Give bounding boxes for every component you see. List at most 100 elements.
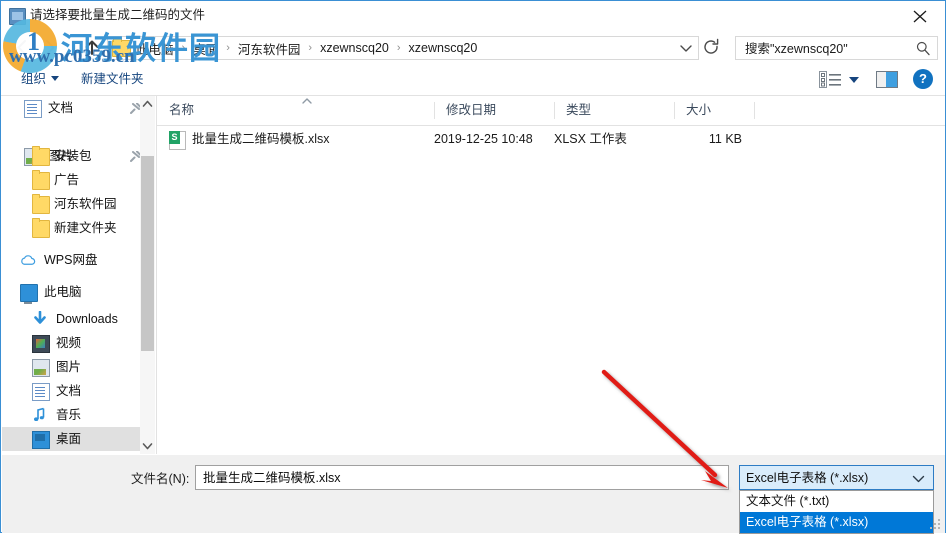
- address-bar[interactable]: 此电脑 › 桌面 › 河东软件园 › xzewnscq20 › xzewnscq…: [107, 36, 699, 60]
- organize-label: 组织: [21, 72, 47, 86]
- cloud-icon: [21, 255, 36, 265]
- scroll-up-button[interactable]: [140, 96, 155, 112]
- breadcrumb-item-1[interactable]: 桌面: [191, 39, 220, 58]
- sidebar-scrollbar[interactable]: [140, 96, 155, 454]
- refresh-icon: [704, 38, 719, 54]
- sidebar-item-label: 安装包: [54, 149, 92, 163]
- file-modified-cell: 2019-12-25 10:48: [434, 132, 533, 146]
- sidebar-item-hedong[interactable]: 河东软件园: [2, 192, 154, 216]
- sidebar-item-documents-quick[interactable]: 文档: [2, 96, 154, 120]
- breadcrumb: 此电脑 › 桌面 › 河东软件园 › xzewnscq20 › xzewnscq…: [134, 37, 479, 59]
- sidebar-item-label: 文档: [48, 101, 74, 115]
- filetype-option-txt[interactable]: 文本文件 (*.txt): [740, 491, 933, 512]
- sidebar-item-pictures[interactable]: 图片: [2, 355, 154, 379]
- folder-icon: [32, 170, 50, 190]
- document-icon: [32, 383, 50, 401]
- sidebar-item-wps-cloud[interactable]: WPS网盘: [2, 248, 154, 272]
- sidebar-item-label: 文档: [56, 384, 82, 398]
- column-header-modified[interactable]: 修改日期: [434, 96, 554, 124]
- filetype-option-xlsx[interactable]: Excel电子表格 (*.xlsx): [740, 512, 933, 533]
- video-icon: [32, 335, 50, 353]
- breadcrumb-item-0[interactable]: 此电脑: [134, 39, 176, 58]
- dialog-title: 请选择要批量生成二维码的文件: [30, 8, 206, 22]
- resize-grip-icon[interactable]: [929, 518, 941, 530]
- forward-arrow-icon: [46, 40, 55, 55]
- sidebar-item-label: 视频: [56, 336, 82, 350]
- address-dropdown-button[interactable]: [675, 36, 699, 60]
- title-bar: 请选择要批量生成二维码的文件: [1, 1, 945, 31]
- filename-field[interactable]: [195, 465, 729, 490]
- scrollbar-thumb[interactable]: [141, 156, 154, 351]
- breadcrumb-item-3[interactable]: xzewnscq20: [318, 41, 391, 55]
- filetype-combobox[interactable]: Excel电子表格 (*.xlsx): [739, 465, 934, 490]
- dialog-footer: 文件名(N): Excel电子表格 (*.xlsx) 文本文件 (*.txt) …: [2, 455, 945, 534]
- scroll-down-button[interactable]: [140, 438, 155, 454]
- search-icon: [916, 41, 930, 56]
- sidebar-item-documents[interactable]: 文档: [2, 379, 154, 403]
- file-size-cell: 11 KB: [708, 132, 742, 146]
- sidebar-item-label: WPS网盘: [44, 253, 98, 267]
- file-list-pane[interactable]: 名称 修改日期 类型 大小 批量生成二维码模板.xlsx 2019-12-25 …: [156, 96, 945, 454]
- file-name-cell[interactable]: 批量生成二维码模板.xlsx: [192, 128, 432, 151]
- organize-button[interactable]: 组织: [13, 68, 67, 91]
- sidebar-item-label: 此电脑: [44, 285, 82, 299]
- help-label: ?: [919, 71, 927, 86]
- new-folder-button[interactable]: 新建文件夹: [73, 68, 152, 91]
- list-view-icon[interactable]: [819, 71, 842, 88]
- forward-button[interactable]: [37, 35, 63, 60]
- column-divider[interactable]: [754, 102, 755, 119]
- breadcrumb-separator: ›: [181, 42, 186, 54]
- folder-icon: [112, 38, 131, 57]
- sidebar-item-label: 图片: [56, 360, 82, 374]
- column-header-row: 名称 修改日期 类型 大小: [157, 96, 945, 126]
- filename-input[interactable]: [201, 469, 723, 488]
- filetype-selected-value: Excel电子表格 (*.xlsx): [746, 471, 869, 485]
- document-icon: [24, 100, 42, 118]
- breadcrumb-separator: ›: [308, 42, 313, 54]
- preview-pane-icon[interactable]: [876, 71, 898, 88]
- sidebar-item-this-pc[interactable]: 此电脑: [2, 280, 154, 304]
- toolbar: 组织 新建文件夹 ?: [1, 64, 945, 96]
- sidebar-item-newfolder[interactable]: 新建文件夹: [2, 216, 154, 240]
- chevron-down-icon[interactable]: [912, 475, 925, 483]
- app-window-icon: [9, 8, 26, 25]
- sidebar-item-guanggao[interactable]: 广告: [2, 168, 154, 192]
- sidebar-item-label: Downloads: [56, 312, 118, 326]
- search-input[interactable]: [743, 40, 907, 59]
- breadcrumb-item-4[interactable]: xzewnscq20: [407, 41, 480, 55]
- folder-icon: [32, 218, 50, 238]
- xlsx-file-icon: [169, 131, 186, 150]
- sidebar-item-videos[interactable]: 视频: [2, 331, 154, 355]
- breadcrumb-separator: ›: [226, 42, 230, 54]
- close-button[interactable]: [898, 1, 943, 30]
- filename-label: 文件名(N):: [131, 472, 190, 486]
- back-arrow-icon: [17, 40, 26, 55]
- sidebar-item-music[interactable]: 音乐: [2, 403, 154, 427]
- table-row[interactable]: 批量生成二维码模板.xlsx 2019-12-25 10:48 XLSX 工作表…: [157, 128, 945, 151]
- sort-ascending-icon: [302, 98, 312, 104]
- view-options-dropdown-icon[interactable]: [849, 77, 859, 83]
- sidebar-item-desktop[interactable]: 桌面: [2, 427, 154, 451]
- help-button[interactable]: ?: [913, 69, 933, 89]
- chevron-down-icon: [680, 45, 692, 52]
- navigation-pane[interactable]: 文档 图片 安装包 广告 河东软件园 新建文件夹 WPS网盘 此电脑 Downl…: [2, 96, 154, 454]
- column-header-size[interactable]: 大小: [674, 96, 754, 124]
- column-header-name[interactable]: 名称: [157, 96, 434, 124]
- computer-icon: [20, 284, 38, 304]
- desktop-icon: [32, 431, 50, 449]
- file-type-cell: XLSX 工作表: [554, 132, 627, 146]
- up-arrow-icon: [85, 40, 99, 55]
- refresh-button[interactable]: [699, 36, 725, 60]
- sidebar-item-downloads[interactable]: Downloads: [2, 307, 154, 331]
- picture-icon: [32, 359, 50, 377]
- column-header-type[interactable]: 类型: [554, 96, 674, 124]
- back-button[interactable]: [9, 35, 35, 60]
- sidebar-item-label: 河东软件园: [54, 197, 117, 211]
- music-icon: [34, 407, 45, 421]
- breadcrumb-item-2[interactable]: 河东软件园: [236, 39, 303, 58]
- search-box[interactable]: [735, 36, 938, 60]
- up-button[interactable]: [79, 35, 105, 60]
- filetype-dropdown-list[interactable]: 文本文件 (*.txt) Excel电子表格 (*.xlsx): [739, 490, 934, 534]
- chevron-down-icon: [51, 76, 60, 81]
- sidebar-item-anzhuangbao[interactable]: 安装包: [2, 144, 154, 168]
